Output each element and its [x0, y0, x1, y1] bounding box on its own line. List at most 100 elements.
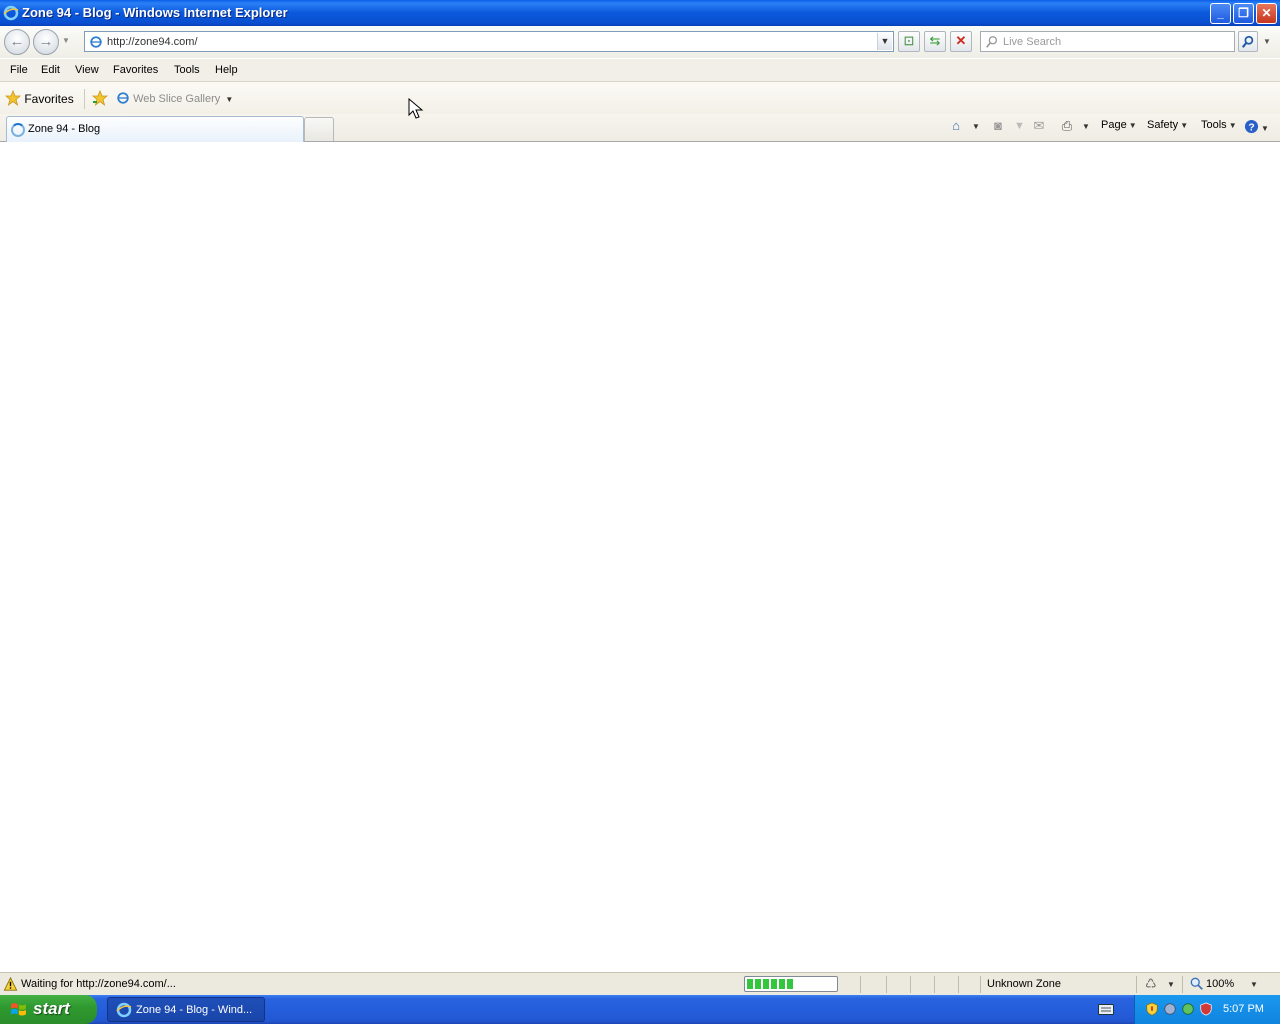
- status-text: Waiting for http://zone94.com/...: [21, 978, 176, 990]
- tab-zone94-blog[interactable]: Zone 94 - Blog: [6, 116, 304, 143]
- forward-icon: →: [38, 33, 54, 50]
- ie-icon: [3, 5, 19, 21]
- page-menu-label: Page: [1101, 119, 1127, 131]
- safety-menu[interactable]: Safety ▼: [1147, 119, 1188, 131]
- volume-icon[interactable]: [1163, 1002, 1177, 1016]
- zoom-icon[interactable]: [1190, 977, 1204, 991]
- forward-button[interactable]: →: [33, 29, 59, 55]
- home-dropdown[interactable]: ▼: [972, 122, 980, 131]
- taskbar-item-ie[interactable]: Zone 94 - Blog - Wind...: [107, 997, 265, 1022]
- mail-icon[interactable]: ✉: [1031, 118, 1047, 134]
- chevron-down-icon: ▼: [1228, 121, 1237, 130]
- menu-edit[interactable]: Edit: [41, 64, 60, 76]
- menu-tools[interactable]: Tools: [174, 64, 200, 76]
- status-divider: [860, 976, 861, 993]
- search-provider-icon: [986, 36, 998, 48]
- web-slice-gallery-link[interactable]: Web Slice Gallery ▼: [116, 91, 233, 105]
- chevron-down-icon: ▼: [1261, 124, 1269, 133]
- favorites-bar: Favorites Web Slice Gallery ▼: [0, 82, 1280, 114]
- protected-mode-dropdown[interactable]: ▼: [1167, 980, 1175, 989]
- status-divider: [934, 976, 935, 993]
- close-button[interactable]: ✕: [1256, 3, 1277, 24]
- progress-fill: [747, 979, 796, 989]
- navigation-bar: ← → ▼ ▼ ⊡ ⇆ ✕ ▼: [0, 26, 1280, 58]
- menu-bar: File Edit View Favorites Tools Help: [0, 59, 1280, 82]
- tools-menu[interactable]: Tools ▼: [1201, 119, 1237, 131]
- start-button[interactable]: start: [0, 995, 97, 1024]
- page-menu[interactable]: Page ▼: [1101, 119, 1137, 131]
- minimize-button[interactable]: _: [1210, 3, 1231, 24]
- compatibility-view-button[interactable]: ⊡: [898, 31, 920, 52]
- search-options-dropdown[interactable]: ▼: [1263, 37, 1271, 46]
- antivirus-icon[interactable]: [1199, 1002, 1213, 1016]
- status-divider: [886, 976, 887, 993]
- menu-favorites[interactable]: Favorites: [113, 64, 158, 76]
- menu-file[interactable]: File: [10, 64, 28, 76]
- taskbar: start Zone 94 - Blog - Wind... 5:07 PM: [0, 995, 1280, 1024]
- back-icon: ←: [9, 33, 25, 50]
- stop-button[interactable]: ✕: [950, 31, 972, 52]
- system-tray: 5:07 PM: [1134, 995, 1280, 1024]
- favorites-separator: [84, 89, 85, 109]
- stop-icon: ✕: [955, 33, 967, 48]
- favorites-button[interactable]: Favorites: [4, 89, 74, 108]
- favorites-label: Favorites: [24, 92, 74, 106]
- recent-pages-dropdown[interactable]: ▼: [62, 36, 70, 45]
- progress-bar: [744, 976, 838, 992]
- loading-icon: [11, 123, 25, 137]
- page-content[interactable]: [0, 142, 1280, 972]
- chevron-down-icon: ▼: [1128, 121, 1137, 130]
- chevron-down-icon: ▼: [1180, 121, 1189, 130]
- back-button[interactable]: ←: [4, 29, 30, 55]
- start-label: start: [33, 999, 70, 1018]
- status-divider: [910, 976, 911, 993]
- safety-menu-label: Safety: [1147, 119, 1179, 131]
- add-favorite-icon[interactable]: [92, 90, 108, 106]
- search-icon: [1241, 35, 1254, 48]
- tab-row: Zone 94 - Blog ⌂ ▼ ◙ ▼ ✉ ⎙ ▼ Page ▼ Safet…: [0, 114, 1280, 143]
- chevron-down-icon: ▼: [225, 95, 234, 104]
- web-slice-label: Web Slice Gallery: [133, 93, 221, 105]
- search-input[interactable]: [1003, 34, 1228, 50]
- security-shield-icon[interactable]: [1145, 1002, 1159, 1016]
- tab-label: Zone 94 - Blog: [28, 123, 101, 135]
- status-divider: [1136, 976, 1137, 993]
- windows-flag-icon: [11, 1003, 26, 1016]
- status-divider: [958, 976, 959, 993]
- feeds-icon[interactable]: ◙: [990, 118, 1006, 134]
- zoom-dropdown[interactable]: ▼: [1250, 980, 1258, 989]
- zoom-level[interactable]: 100%: [1206, 978, 1234, 990]
- restore-button[interactable]: ❐: [1233, 3, 1254, 24]
- ie-icon: [116, 1002, 132, 1018]
- window-title: Zone 94 - Blog - Windows Internet Explor…: [22, 5, 288, 20]
- refresh-button[interactable]: ⇆: [924, 31, 946, 52]
- web-slice-ie-icon: [117, 92, 129, 104]
- help-menu[interactable]: ? ▼: [1244, 119, 1269, 134]
- url-input[interactable]: [107, 34, 867, 50]
- mouse-cursor-icon: [408, 98, 424, 119]
- feeds-dropdown[interactable]: ▼: [1014, 120, 1025, 132]
- menu-view[interactable]: View: [75, 64, 99, 76]
- status-divider: [1182, 976, 1183, 993]
- page-ie-icon: [90, 36, 102, 48]
- new-tab-button[interactable]: [304, 117, 334, 141]
- clock[interactable]: 5:07 PM: [1223, 1003, 1264, 1015]
- search-box[interactable]: [980, 31, 1235, 52]
- favorites-star-icon: [4, 89, 22, 107]
- taskbar-item-label: Zone 94 - Blog - Wind...: [136, 1004, 253, 1016]
- keyboard-icon[interactable]: [1098, 1003, 1114, 1016]
- menu-help[interactable]: Help: [215, 64, 238, 76]
- address-bar[interactable]: ▼: [84, 31, 894, 52]
- status-bar: Waiting for http://zone94.com/... Unknow…: [0, 972, 1280, 995]
- print-dropdown[interactable]: ▼: [1082, 122, 1090, 131]
- print-icon[interactable]: ⎙: [1059, 118, 1075, 134]
- security-zone[interactable]: Unknown Zone: [987, 978, 1061, 990]
- home-icon[interactable]: ⌂: [948, 118, 964, 134]
- protected-mode-icon[interactable]: ♺: [1145, 976, 1157, 992]
- tools-menu-label: Tools: [1201, 119, 1227, 131]
- address-dropdown[interactable]: ▼: [877, 33, 892, 50]
- search-button[interactable]: [1238, 31, 1258, 52]
- help-icon: ?: [1244, 119, 1259, 133]
- network-icon[interactable]: [1181, 1002, 1195, 1016]
- status-divider: [980, 976, 981, 993]
